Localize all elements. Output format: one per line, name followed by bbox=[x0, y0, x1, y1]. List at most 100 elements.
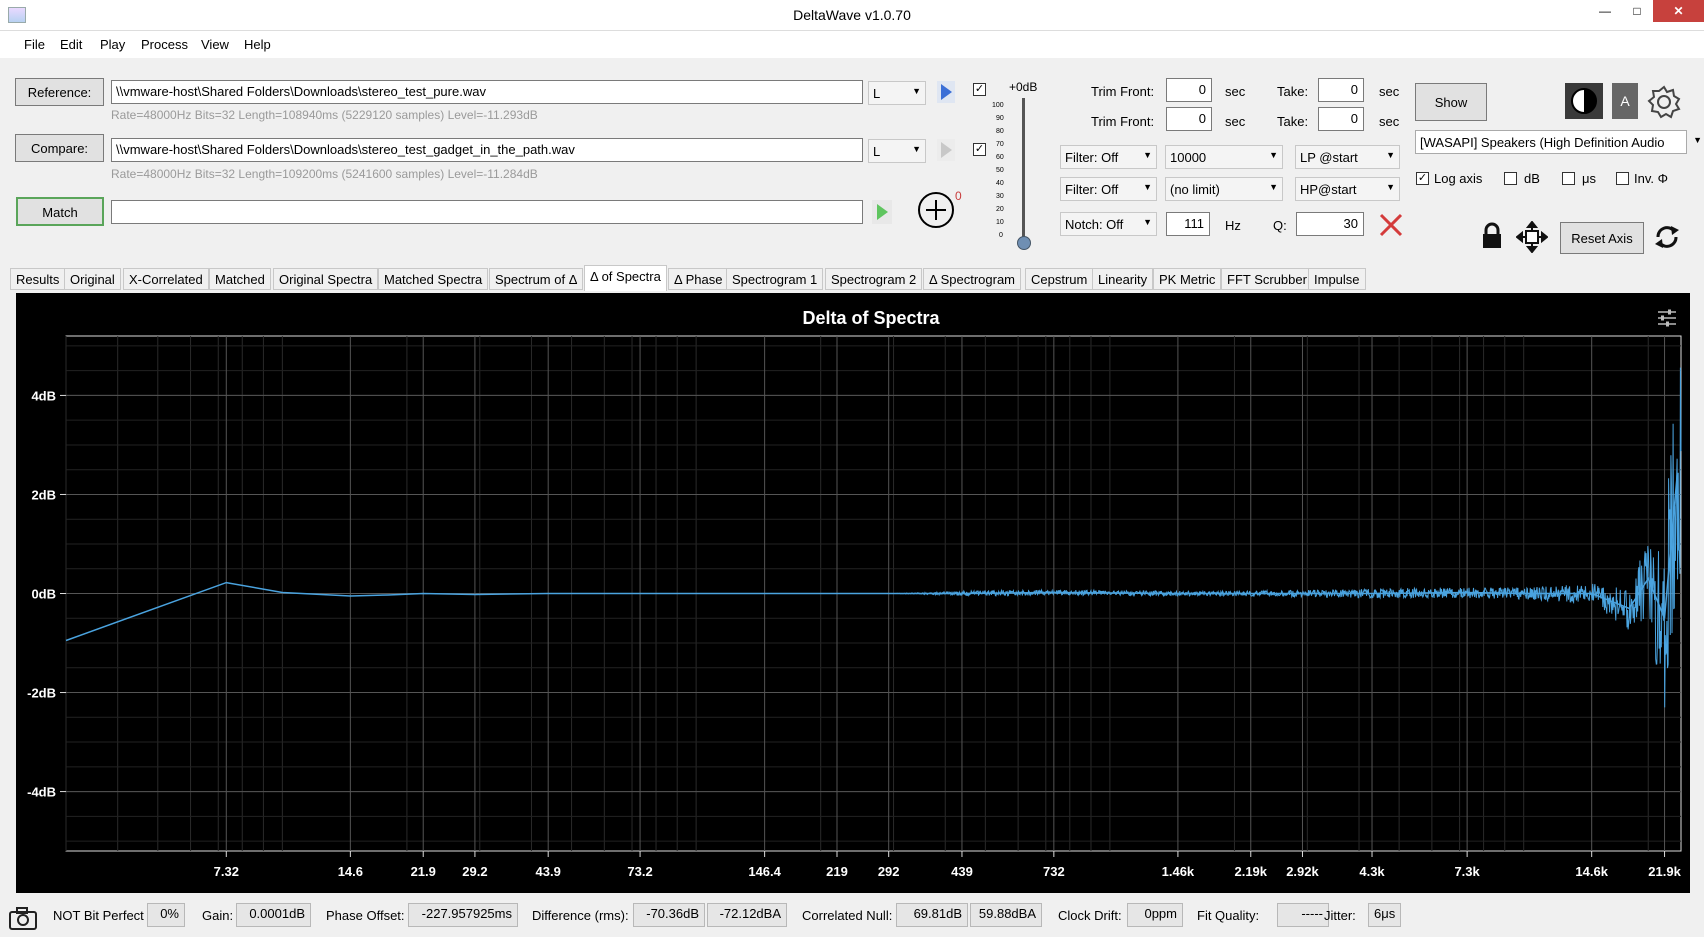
y-tick-label: -2dB bbox=[27, 686, 56, 701]
audio-device-value: [WASAPI] Speakers (High Definition Audio bbox=[1420, 135, 1665, 150]
maximize-button[interactable]: □ bbox=[1622, 0, 1652, 22]
level-tick: 0 bbox=[999, 232, 1003, 239]
menu-help[interactable]: Help bbox=[244, 37, 271, 52]
compare-path-input[interactable]: \\vmware-host\Shared Folders\Downloads\s… bbox=[111, 138, 863, 162]
reset-axis-button[interactable]: Reset Axis bbox=[1560, 222, 1644, 254]
lock-axis-button[interactable] bbox=[1479, 222, 1505, 250]
tab-impulse[interactable]: Impulse bbox=[1308, 268, 1366, 290]
title-bar: DeltaWave v1.0.70 — □ ✕ bbox=[0, 0, 1704, 31]
tab-spectrum-of-delta[interactable]: Spectrum of Δ bbox=[489, 268, 584, 290]
chevron-down-icon: ▼ bbox=[1269, 150, 1278, 160]
tab-pk-metric[interactable]: PK Metric bbox=[1153, 268, 1222, 290]
show-button[interactable]: Show bbox=[1415, 83, 1487, 121]
bit-perfect-value: 0% bbox=[147, 903, 185, 927]
us-checkbox[interactable] bbox=[1562, 172, 1575, 185]
play-compare-button[interactable] bbox=[937, 139, 955, 161]
level-tick: 100 bbox=[992, 102, 1004, 109]
compare-enable-checkbox[interactable]: ✓ bbox=[973, 143, 986, 156]
tab-delta-phase[interactable]: Δ Phase bbox=[668, 268, 729, 290]
filter2-freq-value: (no limit) bbox=[1170, 182, 1220, 197]
reference-button[interactable]: Reference: bbox=[15, 78, 104, 106]
tab-results[interactable]: Results bbox=[10, 268, 66, 290]
match-progress-bar bbox=[111, 200, 863, 224]
db-checkbox[interactable] bbox=[1504, 172, 1517, 185]
trim-front-input[interactable]: 0 bbox=[1166, 78, 1212, 102]
screenshot-button[interactable] bbox=[8, 905, 38, 931]
reference-path-input[interactable]: \\vmware-host\Shared Folders\Downloads\s… bbox=[111, 80, 863, 104]
tab-matched[interactable]: Matched bbox=[209, 268, 271, 290]
refresh-button[interactable] bbox=[1652, 222, 1682, 252]
x-tick-label: 43.9 bbox=[536, 864, 561, 879]
take-input[interactable]: 0 bbox=[1318, 78, 1364, 102]
filter1-mode-value: LP @start bbox=[1300, 150, 1358, 165]
trim-unit: sec bbox=[1225, 114, 1246, 129]
clear-filters-button[interactable] bbox=[1378, 212, 1404, 238]
filter2-select[interactable]: Filter: Off ▼ bbox=[1060, 177, 1157, 201]
compare-button[interactable]: Compare: bbox=[15, 134, 104, 162]
plus-circle-icon bbox=[918, 192, 954, 228]
us-label: μs bbox=[1582, 171, 1596, 186]
play-reference-button[interactable] bbox=[937, 81, 955, 103]
trim-front-input[interactable]: 0 bbox=[1166, 107, 1212, 131]
tab-matched-spectra[interactable]: Matched Spectra bbox=[378, 268, 489, 290]
notch-value: Notch: Off bbox=[1065, 217, 1124, 232]
notch-freq-input[interactable]: 111 bbox=[1166, 212, 1210, 236]
reference-enable-checkbox[interactable]: ✓ bbox=[973, 83, 986, 96]
notch-select[interactable]: Notch: Off ▼ bbox=[1060, 212, 1157, 236]
take-unit: sec bbox=[1379, 114, 1400, 129]
filter1-select[interactable]: Filter: Off ▼ bbox=[1060, 145, 1157, 169]
log-axis-checkbox[interactable]: ✓ bbox=[1416, 172, 1429, 185]
pan-button[interactable] bbox=[1515, 220, 1549, 254]
menu-view[interactable]: View bbox=[201, 37, 229, 52]
x-tick-label: 14.6k bbox=[1575, 864, 1608, 879]
delta-of-spectra-chart[interactable]: Delta of Spectra 4dB 2dB 0dB -2dB -4dB 7.32 1… bbox=[16, 293, 1690, 893]
move-icon bbox=[1515, 220, 1549, 254]
a-weighting-button[interactable]: A bbox=[1612, 83, 1638, 119]
add-marker-button[interactable] bbox=[917, 191, 955, 229]
tab-cepstrum[interactable]: Cepstrum bbox=[1025, 268, 1094, 290]
chart-settings-icon[interactable] bbox=[1656, 307, 1678, 329]
inv-phase-checkbox[interactable] bbox=[1616, 172, 1629, 185]
reference-channel-select[interactable]: L ▼ bbox=[868, 81, 926, 105]
filter1-freq-select[interactable]: 10000 ▼ bbox=[1165, 145, 1283, 169]
filter2-mode-select[interactable]: HP@start ▼ bbox=[1295, 177, 1400, 201]
level-slider-handle[interactable] bbox=[1017, 236, 1031, 250]
settings-button[interactable] bbox=[1646, 84, 1682, 120]
level-slider-track[interactable] bbox=[1022, 98, 1025, 238]
play-icon bbox=[877, 204, 888, 220]
close-button[interactable]: ✕ bbox=[1653, 0, 1704, 22]
menu-play[interactable]: Play bbox=[100, 37, 125, 52]
tab-delta-of-spectra[interactable]: Δ of Spectra bbox=[584, 265, 667, 291]
level-scale: 100 90 80 70 60 50 40 30 20 10 0 bbox=[992, 102, 1010, 242]
tab-linearity[interactable]: Linearity bbox=[1092, 268, 1154, 290]
audio-device-select[interactable]: [WASAPI] Speakers (High Definition Audio… bbox=[1415, 130, 1702, 154]
bit-perfect-label: NOT Bit Perfect bbox=[53, 908, 144, 923]
menu-process[interactable]: Process bbox=[141, 37, 188, 52]
tab-original[interactable]: Original bbox=[64, 268, 121, 290]
tab-fft-scrubber[interactable]: FFT Scrubber bbox=[1221, 268, 1313, 290]
filter1-mode-select[interactable]: LP @start ▼ bbox=[1295, 145, 1400, 169]
lock-icon bbox=[1483, 222, 1501, 248]
filter2-freq-select[interactable]: (no limit) ▼ bbox=[1165, 177, 1283, 201]
compare-info: Rate=48000Hz Bits=32 Length=109200ms (52… bbox=[111, 167, 538, 181]
theme-toggle-button[interactable] bbox=[1565, 83, 1603, 119]
take-input[interactable]: 0 bbox=[1318, 107, 1364, 131]
x-tick-label: 7.3k bbox=[1454, 864, 1480, 879]
tab-x-correlated[interactable]: X-Correlated bbox=[123, 268, 209, 290]
compare-channel-select[interactable]: L ▼ bbox=[868, 139, 926, 163]
reference-info: Rate=48000Hz Bits=32 Length=108940ms (52… bbox=[111, 108, 538, 122]
tab-spectrogram-1[interactable]: Spectrogram 1 bbox=[726, 268, 824, 290]
level-tick: 20 bbox=[996, 206, 1004, 213]
tab-spectrogram-2[interactable]: Spectrogram 2 bbox=[825, 268, 923, 290]
tab-original-spectra[interactable]: Original Spectra bbox=[273, 268, 379, 290]
play-match-button[interactable] bbox=[872, 200, 892, 224]
take-unit: sec bbox=[1379, 84, 1400, 99]
menu-edit[interactable]: Edit bbox=[60, 37, 82, 52]
level-tick: 60 bbox=[996, 154, 1004, 161]
chart-panel[interactable]: Delta of Spectra 4dB 2dB 0dB -2dB -4dB 7.32 1… bbox=[16, 293, 1690, 893]
menu-file[interactable]: File bbox=[24, 37, 45, 52]
q-input[interactable]: 30 bbox=[1296, 212, 1364, 236]
minimize-button[interactable]: — bbox=[1590, 0, 1620, 22]
match-button[interactable]: Match bbox=[16, 197, 104, 226]
tab-delta-spectrogram[interactable]: Δ Spectrogram bbox=[923, 268, 1021, 290]
